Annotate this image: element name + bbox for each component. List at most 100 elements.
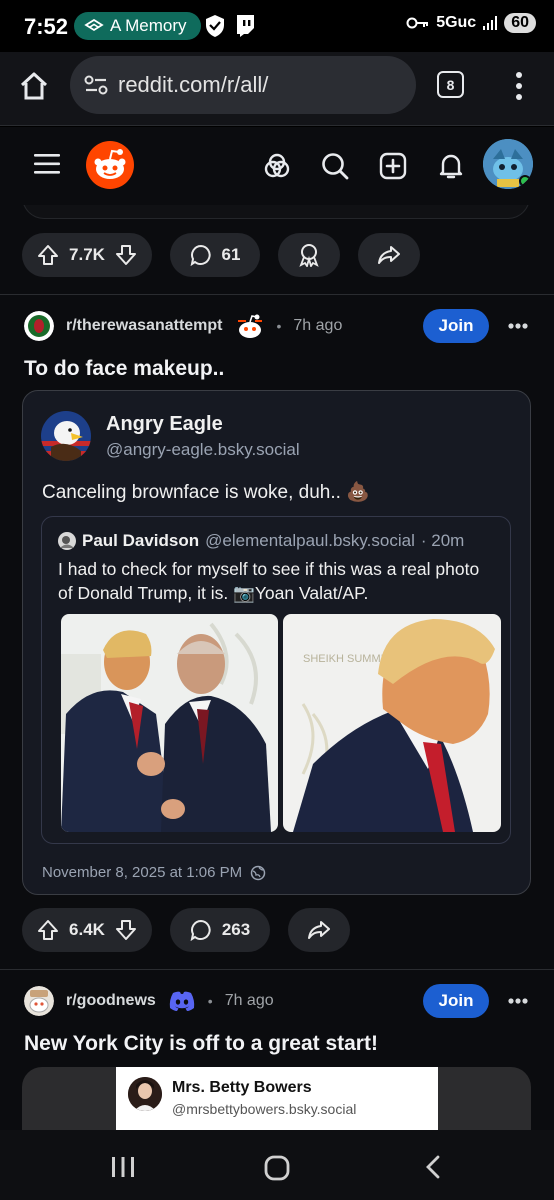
discord-icon — [169, 991, 194, 1011]
status-notification-icons — [204, 14, 256, 38]
quoted-post-header: Paul Davidson @elementalpaul.bsky.social… — [58, 531, 464, 551]
embed-author-avatar — [41, 411, 91, 461]
embed-date-text: November 8, 2025 at 1:06 PM — [42, 864, 243, 881]
snoo-flair-icon — [237, 314, 262, 338]
share-button[interactable] — [358, 233, 420, 277]
comments-button[interactable]: 263 — [170, 908, 270, 952]
post-divider — [0, 969, 554, 970]
post-action-bar: 7.7K 61 — [22, 233, 420, 277]
key-icon — [406, 17, 429, 29]
vote-pill: 7.7K — [22, 233, 152, 277]
home-icon[interactable] — [18, 70, 50, 102]
comments-button[interactable]: 61 — [170, 233, 260, 277]
shield-check-icon — [206, 15, 224, 37]
upvote-count: 6.4K — [69, 920, 105, 939]
subreddit-avatar-icon — [24, 311, 54, 341]
card-author-avatar — [128, 1077, 162, 1111]
home-nav-icon[interactable] — [263, 1155, 291, 1181]
user-avatar[interactable] — [483, 139, 533, 189]
signal-icon — [483, 16, 498, 30]
create-post-icon[interactable] — [378, 151, 408, 181]
quote-author-handle: @elementalpaul.bsky.social — [205, 531, 415, 550]
card-author-handle: @mrsbettybowers.bsky.social — [172, 1101, 357, 1117]
globe-icon — [250, 865, 266, 880]
award-button[interactable] — [278, 233, 340, 277]
post-divider — [0, 294, 554, 295]
online-status-dot — [519, 175, 531, 187]
quoted-post: Paul Davidson @elementalpaul.bsky.social… — [41, 516, 511, 844]
embed-author-handle: @angry-eagle.bsky.social — [106, 440, 300, 459]
join-button[interactable]: Join — [423, 309, 489, 343]
popular-icon[interactable] — [262, 151, 292, 181]
battery-level: 60 — [504, 13, 536, 33]
back-icon[interactable] — [423, 1155, 443, 1179]
comment-icon — [190, 919, 211, 941]
upvote-count: 7.7K — [69, 245, 105, 264]
join-button[interactable]: Join — [423, 984, 489, 1018]
more-options-icon[interactable] — [508, 322, 528, 330]
quote-photo-left[interactable] — [61, 614, 278, 832]
url-text: reddit.com/r/all/ — [118, 72, 269, 97]
search-icon[interactable] — [320, 151, 350, 181]
subreddit-name[interactable]: r/goodnews — [66, 992, 156, 1010]
browser-menu-icon[interactable] — [512, 70, 526, 102]
post-title[interactable]: To do face makeup.. — [24, 357, 224, 381]
reddit-header — [0, 127, 554, 205]
embed-author-name: Angry Eagle — [106, 413, 223, 435]
betty-avatar-icon — [128, 1077, 162, 1111]
status-bar: 7:52 A Memory 5Guc 60 — [0, 0, 554, 52]
bluesky-embed[interactable]: Angry Eagle @angry-eagle.bsky.social Can… — [22, 390, 531, 895]
recent-apps-icon[interactable] — [110, 1155, 136, 1179]
post-header: r/therewasanattempt • 7h ago — [24, 309, 342, 343]
quote-photo-right[interactable]: SHEIKH SUMMIT — [283, 614, 501, 832]
system-navigation-bar — [0, 1130, 554, 1200]
eagle-avatar-icon — [41, 411, 91, 461]
separator-dot: • — [276, 318, 282, 334]
share-button[interactable] — [288, 908, 350, 952]
post-age: 7h ago — [224, 992, 274, 1009]
status-system-icons: 5Guc 60 — [406, 13, 536, 33]
upvote-icon[interactable] — [37, 244, 59, 266]
goodnews-avatar-icon — [24, 986, 54, 1016]
post-age: 7h ago — [293, 317, 343, 334]
card-author-name: Mrs. Betty Bowers — [172, 1079, 312, 1096]
comment-count: 263 — [221, 920, 251, 939]
tab-switcher-button[interactable]: 8 — [437, 71, 464, 98]
subreddit-name[interactable]: r/therewasanattempt — [66, 317, 223, 335]
embed-date: November 8, 2025 at 1:06 PM — [42, 864, 266, 881]
quote-age: · 20m — [420, 531, 465, 550]
embed-post-text: Canceling brownface is woke, duh.. 💩 — [42, 482, 370, 503]
twitch-icon — [237, 15, 254, 37]
downvote-icon[interactable] — [115, 919, 137, 941]
feed: 7.7K 61 r/therewasanattempt • 7h ago Joi… — [0, 205, 554, 1130]
memory-pill[interactable]: A Memory — [74, 12, 201, 40]
share-icon — [308, 921, 330, 939]
subreddit-icon[interactable] — [24, 986, 54, 1016]
quote-author-avatar-icon — [58, 532, 76, 550]
downvote-icon[interactable] — [115, 244, 137, 266]
post-title[interactable]: New York City is off to a great start! — [24, 1032, 378, 1056]
upvote-icon[interactable] — [37, 919, 59, 941]
photo-profile-closeup: SHEIKH SUMMIT — [283, 614, 501, 832]
vote-pill: 6.4K — [22, 908, 152, 952]
post-media-preview[interactable]: Mrs. Betty Bowers @mrsbettybowers.bsky.s… — [22, 1067, 531, 1130]
browser-toolbar: reddit.com/r/all/ 8 — [0, 52, 554, 126]
network-type: 5Guc — [436, 14, 477, 31]
comment-icon — [190, 244, 211, 266]
photo-two-men-greeting — [61, 614, 278, 832]
post-header: r/goodnews • 7h ago — [24, 984, 274, 1018]
comment-count: 61 — [221, 245, 241, 264]
address-bar[interactable]: reddit.com/r/all/ — [70, 56, 416, 114]
subreddit-icon[interactable] — [24, 311, 54, 341]
share-icon — [378, 246, 400, 264]
separator-dot: • — [207, 993, 213, 1009]
quote-author-name: Paul Davidson — [82, 531, 200, 550]
award-icon — [299, 244, 319, 267]
wireless-icon — [84, 19, 104, 32]
menu-icon[interactable] — [34, 153, 60, 175]
site-settings-icon[interactable] — [84, 74, 108, 96]
notification-bell-icon[interactable] — [436, 151, 466, 181]
previous-post-media — [22, 205, 530, 219]
more-options-icon[interactable] — [508, 997, 528, 1005]
reddit-logo-icon[interactable] — [86, 141, 134, 189]
